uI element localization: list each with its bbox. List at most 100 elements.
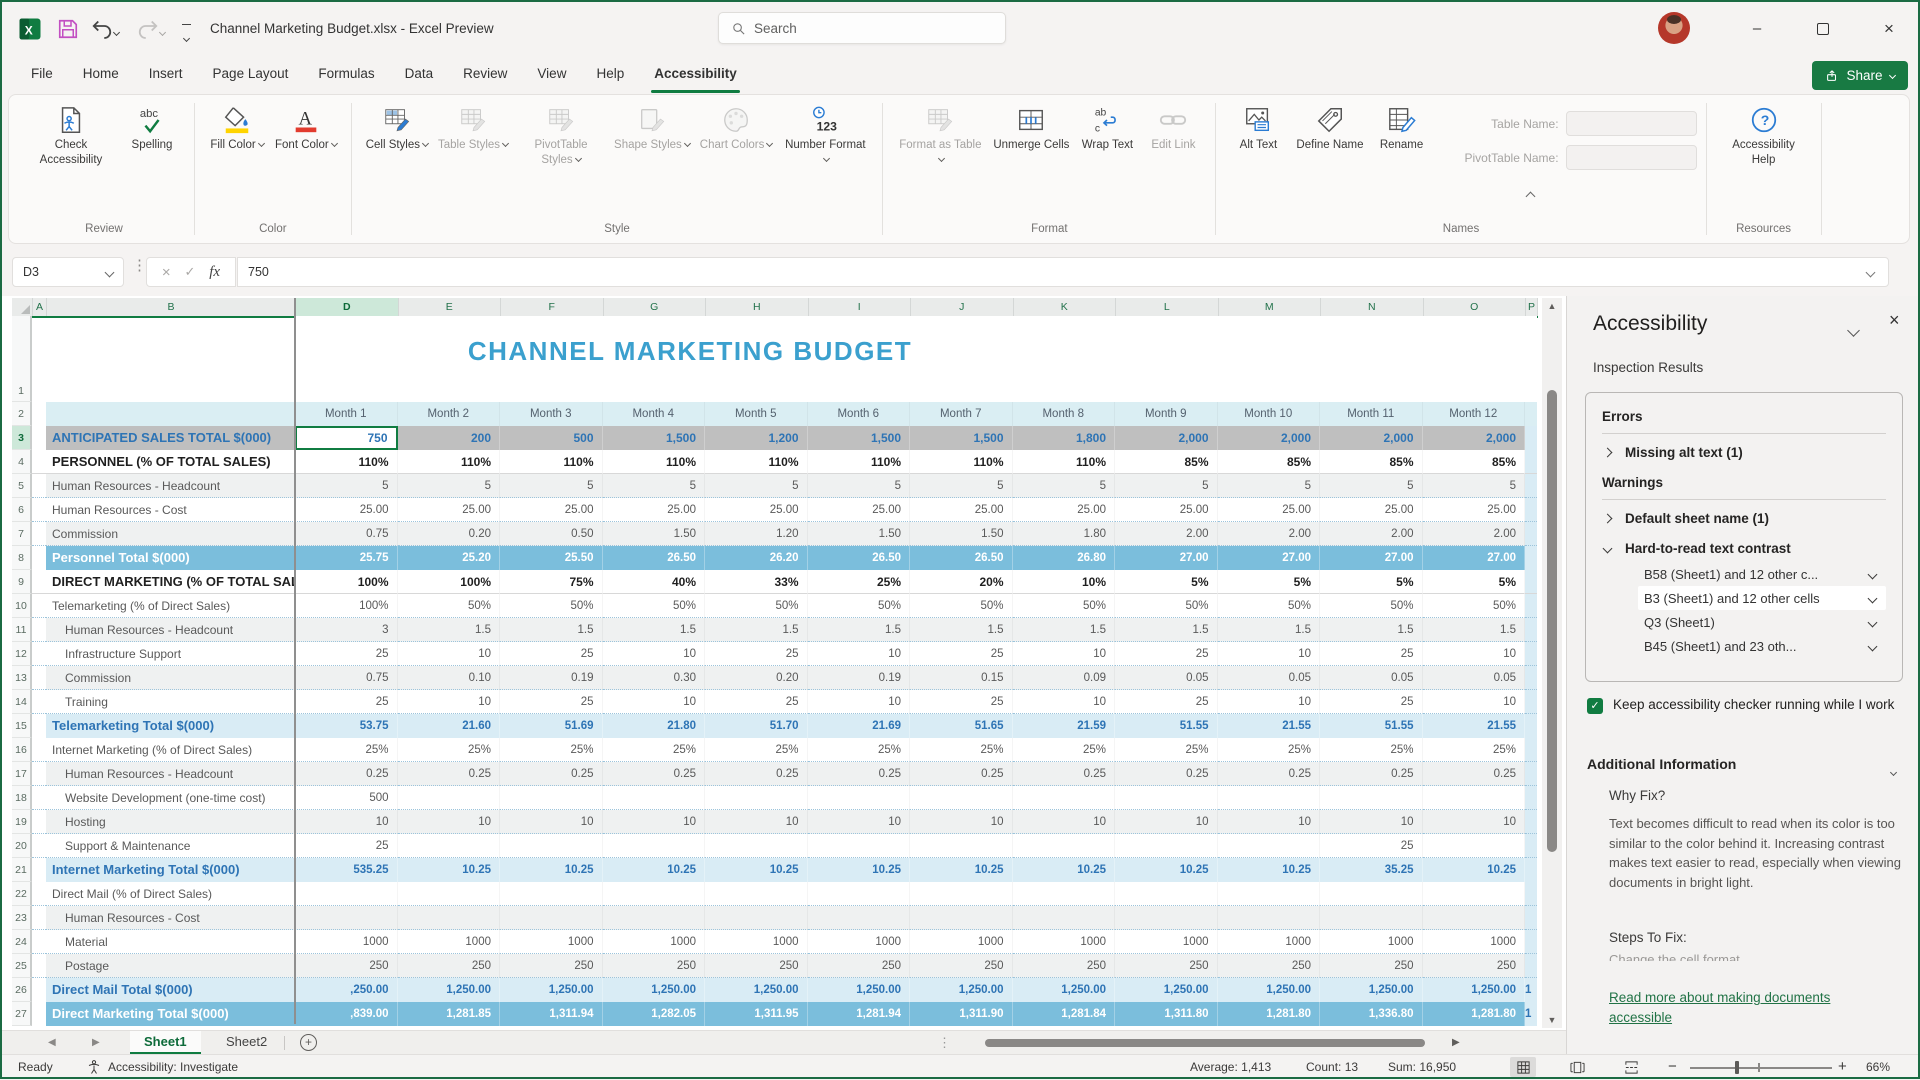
row-label[interactable]: Material (46, 930, 295, 954)
cell[interactable]: 1000 (398, 930, 501, 954)
zoom-slider[interactable] (1690, 1067, 1832, 1069)
cell[interactable] (32, 714, 46, 738)
row-header-18[interactable]: 18 (12, 786, 32, 810)
cell[interactable] (1115, 882, 1218, 906)
cell[interactable]: 27.00 (1423, 546, 1526, 570)
cell[interactable]: 10 (603, 690, 706, 714)
cell[interactable]: 2,000 (1218, 426, 1321, 450)
cell[interactable]: 1,250.00 (910, 978, 1013, 1002)
cell[interactable] (808, 834, 911, 858)
row-label[interactable]: Human Resources - Headcount (46, 618, 295, 642)
default-sheet-name-item[interactable]: Default sheet name (1) (1602, 511, 1886, 526)
cell[interactable]: 250 (1320, 954, 1423, 978)
column-header-O[interactable]: O (1424, 298, 1527, 316)
cell[interactable]: 10.25 (1423, 858, 1526, 882)
cell[interactable]: Month 3 (500, 402, 603, 426)
cell[interactable]: 5% (1423, 570, 1526, 594)
cell[interactable]: 25 (910, 642, 1013, 666)
tab-insert[interactable]: Insert (134, 57, 198, 94)
cell[interactable] (1115, 316, 1218, 402)
cell[interactable]: 1.5 (910, 618, 1013, 642)
tab-home[interactable]: Home (68, 57, 134, 94)
cell[interactable]: 5% (1320, 570, 1423, 594)
formula-bar-handle[interactable]: ⋮ (132, 256, 147, 274)
cell[interactable]: 1,500 (603, 426, 706, 450)
cell[interactable]: Month 4 (603, 402, 706, 426)
cell[interactable] (32, 522, 46, 546)
cell[interactable] (1115, 834, 1218, 858)
cell[interactable]: 1000 (808, 930, 911, 954)
row-header-26[interactable]: 26 (12, 978, 32, 1002)
cell[interactable]: Month 2 (398, 402, 501, 426)
additional-information-header[interactable]: Additional Information (1587, 756, 1736, 772)
cell[interactable] (500, 834, 603, 858)
cell[interactable] (603, 786, 706, 810)
cell[interactable] (1525, 858, 1537, 882)
cell[interactable]: 1.5 (1218, 618, 1321, 642)
cell[interactable] (1013, 906, 1116, 930)
cell[interactable]: 10.25 (398, 858, 501, 882)
quick-access-toolbar-icon[interactable] (182, 24, 191, 46)
cell[interactable]: 250 (808, 954, 911, 978)
cell[interactable] (603, 834, 706, 858)
cell[interactable] (1525, 522, 1537, 546)
sheet-nav-right-icon[interactable]: ▶ (92, 1031, 100, 1055)
cell[interactable] (32, 810, 46, 834)
cell[interactable]: 1.5 (1423, 618, 1526, 642)
row-label[interactable]: Human Resources - Cost (46, 498, 295, 522)
row-header-14[interactable]: 14 (12, 690, 32, 714)
row-label[interactable]: Direct Mail (% of Direct Sales) (46, 882, 295, 906)
cell[interactable]: 0.75 (295, 666, 398, 690)
row-header-4[interactable]: 4 (12, 450, 32, 474)
cell[interactable] (32, 882, 46, 906)
cell[interactable]: 10.25 (808, 858, 911, 882)
expand-formula-bar-icon[interactable] (1866, 268, 1876, 278)
cell[interactable]: 25% (1423, 738, 1526, 762)
cell[interactable]: 5% (1115, 570, 1218, 594)
cell[interactable]: 25.00 (398, 498, 501, 522)
row-label[interactable]: Human Resources - Headcount (46, 762, 295, 786)
checkbox-checked-icon[interactable]: ✓ (1587, 698, 1603, 714)
cell[interactable]: 10 (398, 642, 501, 666)
cell[interactable]: 10 (295, 810, 398, 834)
cell[interactable] (32, 978, 46, 1002)
cell[interactable]: 25.00 (705, 498, 808, 522)
row-label[interactable]: Website Development (one-time cost) (46, 786, 295, 810)
chevron-down-icon[interactable] (105, 268, 115, 278)
cell[interactable]: 50% (1320, 594, 1423, 618)
cell[interactable]: 50% (1115, 594, 1218, 618)
cell[interactable] (500, 786, 603, 810)
cell[interactable] (1320, 786, 1423, 810)
cell[interactable] (1423, 882, 1526, 906)
cell[interactable]: 10 (1013, 690, 1116, 714)
row-header-10[interactable]: 10 (12, 594, 32, 618)
cell[interactable]: 110% (500, 450, 603, 474)
scroll-down-icon[interactable]: ▼ (1542, 1015, 1562, 1025)
cell[interactable]: 0.05 (1423, 666, 1526, 690)
contrast-group-item[interactable]: Hard-to-read text contrast (1602, 541, 1886, 556)
row-label[interactable]: Personnel Total $(000) (46, 546, 295, 570)
cell[interactable]: 0.20 (398, 522, 501, 546)
cell[interactable]: 10.25 (1218, 858, 1321, 882)
row-header-13[interactable]: 13 (12, 666, 32, 690)
cell[interactable]: 10 (1115, 810, 1218, 834)
cell[interactable]: 10 (1218, 642, 1321, 666)
cell[interactable]: 1 (1525, 978, 1537, 1002)
cell[interactable] (32, 834, 46, 858)
scrollbar-splitter[interactable]: ⋮ (938, 1031, 951, 1055)
cell[interactable]: 1,311.90 (910, 1002, 1013, 1026)
cell[interactable] (32, 954, 46, 978)
cell[interactable]: 25 (500, 642, 603, 666)
cell[interactable]: 5% (1218, 570, 1321, 594)
cell[interactable]: 1000 (1218, 930, 1321, 954)
selected-cell-D3[interactable]: 750 (295, 426, 398, 450)
cell[interactable] (32, 858, 46, 882)
cell[interactable] (1218, 882, 1321, 906)
cell[interactable] (398, 834, 501, 858)
cell[interactable] (910, 786, 1013, 810)
cell[interactable]: 0.05 (1320, 666, 1423, 690)
cell[interactable]: 25 (1320, 834, 1423, 858)
cell[interactable]: Month 6 (808, 402, 911, 426)
number-format-button[interactable]: 123Number Format (777, 99, 873, 168)
column-header-F[interactable]: F (501, 298, 604, 316)
